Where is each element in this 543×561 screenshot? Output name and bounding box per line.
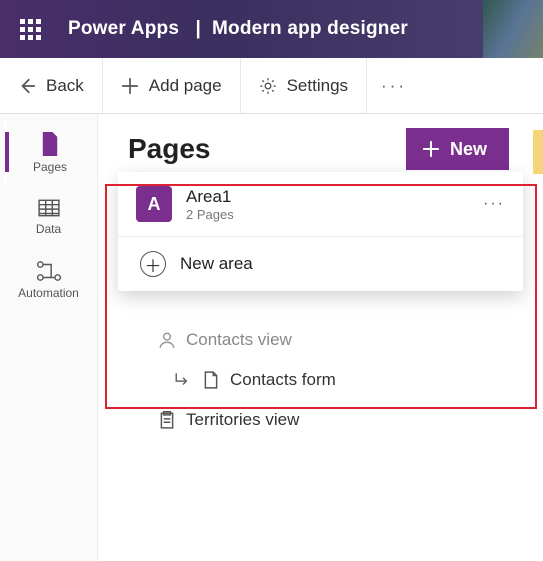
plus-circle-icon: ＋ [140,251,166,277]
nav-automation-label: Automation [4,286,94,300]
app-title: Power Apps | Modern app designer [68,18,408,40]
nav-pages-label: Pages [7,160,94,174]
gear-icon [259,77,277,95]
form-icon [202,371,220,389]
area-item-sub: 2 Pages [186,207,234,222]
clipboard-icon [158,411,176,429]
waffle-icon[interactable] [10,9,50,49]
page-icon [40,132,60,156]
plus-icon [121,77,139,95]
back-button[interactable]: Back [0,58,103,113]
area-tile-icon: A [136,186,172,222]
add-page-button[interactable]: Add page [103,58,241,113]
new-area-button[interactable]: ＋ New area [118,237,523,291]
area-item-more[interactable]: ··· [483,195,505,213]
left-nav: Pages Data Automation [0,114,98,561]
page-title: Pages [128,133,211,165]
new-area-label: New area [180,254,253,274]
command-bar: Back Add page Settings ··· [0,58,543,114]
add-page-label: Add page [149,76,222,96]
tree-item-territories-view[interactable]: Territories view [158,400,336,440]
nav-pages[interactable]: Pages [4,122,94,182]
area-item-label: Area1 [186,187,234,207]
tree-label: Contacts form [230,370,336,390]
area-item[interactable]: A Area1 2 Pages ··· [118,172,523,237]
tree-item-contacts-form[interactable]: Contacts form [174,360,336,400]
plus-icon [422,140,440,158]
arrow-left-icon [18,77,36,95]
area-picker-popup: A Area1 2 Pages ··· ＋ New area [118,172,523,291]
tree-label: Territories view [186,410,299,430]
table-icon [38,198,60,218]
nav-data[interactable]: Data [4,188,94,244]
subitem-icon [174,371,192,389]
tree-item-contacts-view[interactable]: Contacts view [158,320,336,360]
back-label: Back [46,76,84,96]
new-button[interactable]: New [406,128,509,170]
settings-label: Settings [287,76,348,96]
ellipsis-icon: ··· [381,76,407,96]
page-tree: Contacts view Contacts form Territories … [148,320,336,440]
more-button[interactable]: ··· [367,58,421,113]
flow-icon [36,260,62,282]
new-button-label: New [450,139,487,160]
person-icon [158,331,176,349]
notification-strip [533,130,543,174]
nav-data-label: Data [4,222,94,236]
app-header: Power Apps | Modern app designer [0,0,543,58]
settings-button[interactable]: Settings [241,58,367,113]
nav-automation[interactable]: Automation [4,250,94,308]
tree-label: Contacts view [186,330,292,350]
